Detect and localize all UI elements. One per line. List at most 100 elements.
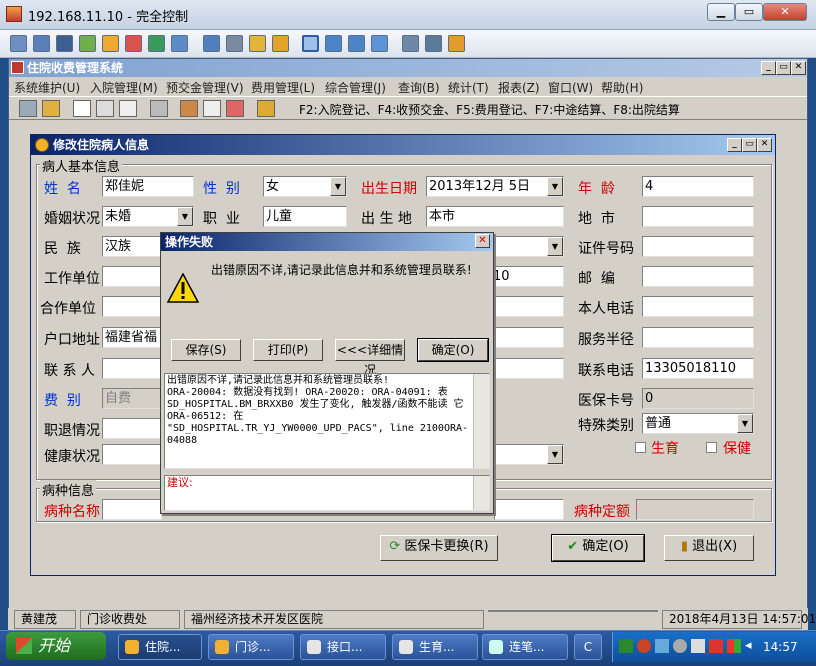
- card-change-button[interactable]: ⟳ 医保卡更换(R): [380, 535, 498, 561]
- idno-input[interactable]: [642, 236, 754, 257]
- people-icon[interactable]: [19, 100, 37, 117]
- suggest-textarea[interactable]: 建议:: [164, 475, 490, 511]
- error-detail-text[interactable]: 出错原因不详,请记录此信息并和系统管理员联系! ORA-20004: 数据没有找…: [164, 373, 490, 469]
- transfer-icon[interactable]: [79, 35, 96, 52]
- error-close-button[interactable]: ✕: [475, 234, 490, 248]
- care-checkbox[interactable]: [706, 442, 717, 453]
- health-tail-select[interactable]: ▼: [490, 444, 564, 465]
- start-button[interactable]: 开始: [6, 632, 106, 660]
- menu-admission[interactable]: 入院管理(M): [90, 79, 158, 96]
- contact-phone-input[interactable]: 13305018110: [642, 358, 754, 379]
- remote-maximize-button[interactable]: ▭: [735, 3, 763, 21]
- card-input[interactable]: 0: [642, 388, 754, 409]
- phone-icon[interactable]: [148, 35, 165, 52]
- postcode-input[interactable]: [642, 266, 754, 287]
- chevron-down-icon[interactable]: ▼: [177, 207, 193, 226]
- chevron-down-icon[interactable]: ▼: [547, 445, 563, 464]
- volume-icon[interactable]: ◂: [745, 638, 752, 653]
- error-detail-button[interactable]: <<<详细情况: [335, 339, 405, 377]
- app-restore-button[interactable]: ▭: [776, 61, 791, 75]
- clock[interactable]: 14:57: [763, 640, 798, 654]
- task-lianbi[interactable]: 连笔...: [482, 634, 568, 660]
- dialog-exit-button[interactable]: ▮ 退出(X): [664, 535, 754, 561]
- window-icon[interactable]: [348, 35, 365, 52]
- dialog-ok-button[interactable]: ✔ 确定(O): [551, 534, 645, 562]
- menu-window[interactable]: 窗口(W): [548, 79, 593, 96]
- error-ok-button[interactable]: 确定(O): [417, 338, 489, 362]
- exit-door-icon[interactable]: [257, 100, 275, 117]
- terminal-icon[interactable]: [56, 35, 73, 52]
- disease-quota-input[interactable]: [636, 499, 754, 520]
- app-close-button[interactable]: ✕: [791, 61, 806, 75]
- menu-fees[interactable]: 费用管理(L): [251, 79, 315, 96]
- task-shengyu[interactable]: 生育...: [392, 634, 478, 660]
- tray-icon[interactable]: [727, 639, 741, 653]
- settings-icon[interactable]: [125, 35, 142, 52]
- dialog-restore-button[interactable]: ▭: [742, 138, 757, 152]
- chevron-down-icon[interactable]: ▼: [330, 177, 346, 196]
- document-icon[interactable]: [73, 100, 91, 117]
- age-input[interactable]: 4: [642, 176, 754, 197]
- suggest-scrollbar[interactable]: [473, 476, 489, 510]
- menu-query[interactable]: 查询(B): [398, 79, 440, 96]
- monitor-icon[interactable]: [33, 35, 50, 52]
- gender-select[interactable]: 女 ▼: [263, 176, 347, 197]
- disconnect-icon[interactable]: [448, 35, 465, 52]
- remote-close-button[interactable]: ✕: [763, 3, 807, 21]
- report-icon[interactable]: [226, 100, 244, 117]
- birth-date-picker[interactable]: 2013年12月 5日 ▼: [426, 176, 564, 197]
- task-menzhen[interactable]: 门诊...: [208, 634, 294, 660]
- tray-icon[interactable]: [709, 639, 723, 653]
- chat-icon[interactable]: [171, 35, 188, 52]
- key-icon[interactable]: [42, 100, 60, 117]
- copy-icon[interactable]: [119, 100, 137, 117]
- printer-icon[interactable]: [150, 100, 168, 117]
- marital-select[interactable]: 未婚 ▼: [102, 206, 194, 227]
- hukou-tail-input[interactable]: [490, 327, 564, 348]
- tray-icon[interactable]: [673, 639, 687, 653]
- screen-icon[interactable]: [10, 35, 27, 52]
- task-jiekou[interactable]: 接口...: [300, 634, 386, 660]
- contact-tail-input[interactable]: [490, 358, 564, 379]
- chevron-down-icon[interactable]: ▼: [547, 177, 563, 196]
- menu-reports[interactable]: 报表(Z): [498, 79, 540, 96]
- power-icon[interactable]: [102, 35, 119, 52]
- tray-icon[interactable]: [655, 639, 669, 653]
- list-icon[interactable]: [96, 100, 114, 117]
- error-print-button[interactable]: 打印(P): [253, 339, 323, 361]
- menu-deposit[interactable]: 预交金管理(V): [166, 79, 244, 96]
- users-icon[interactable]: [226, 35, 243, 52]
- menu-help[interactable]: 帮助(H): [601, 79, 643, 96]
- radius-input[interactable]: [642, 327, 754, 348]
- name-input[interactable]: 郑佳妮: [102, 176, 194, 197]
- task-cmd[interactable]: C: [574, 634, 602, 660]
- dialog-close-button[interactable]: ✕: [757, 138, 772, 152]
- scale-icon[interactable]: [371, 35, 388, 52]
- chevron-down-icon[interactable]: ▼: [547, 237, 563, 256]
- menu-stats[interactable]: 统计(T): [448, 79, 489, 96]
- city-input[interactable]: [642, 206, 754, 227]
- app-minimize-button[interactable]: _: [761, 61, 776, 75]
- work-tail-input[interactable]: 10: [490, 266, 564, 287]
- special-select[interactable]: 普通 ▼: [642, 413, 754, 434]
- sync-icon[interactable]: [402, 35, 419, 52]
- birthplace-input[interactable]: 本市: [426, 206, 564, 227]
- lock-icon[interactable]: [691, 639, 705, 653]
- phone-input[interactable]: [642, 296, 754, 317]
- coop-tail-input[interactable]: [490, 296, 564, 317]
- lock-icon[interactable]: [249, 35, 266, 52]
- fit-icon[interactable]: [325, 35, 342, 52]
- chevron-down-icon[interactable]: ▼: [737, 414, 753, 433]
- fullscreen-icon[interactable]: [302, 35, 319, 52]
- menu-system[interactable]: 系统维护(U): [14, 79, 80, 96]
- health-input[interactable]: [102, 444, 162, 465]
- hidden-select[interactable]: ▼: [490, 236, 564, 257]
- menu-general[interactable]: 综合管理(J): [325, 79, 386, 96]
- detail-scrollbar[interactable]: [473, 374, 489, 468]
- job-input[interactable]: 儿童: [263, 206, 347, 227]
- tray-icon[interactable]: [619, 639, 633, 653]
- birth-checkbox[interactable]: [635, 442, 646, 453]
- remote-minimize-button[interactable]: ▁: [707, 3, 735, 21]
- key-icon[interactable]: [272, 35, 289, 52]
- tools-icon[interactable]: [425, 35, 442, 52]
